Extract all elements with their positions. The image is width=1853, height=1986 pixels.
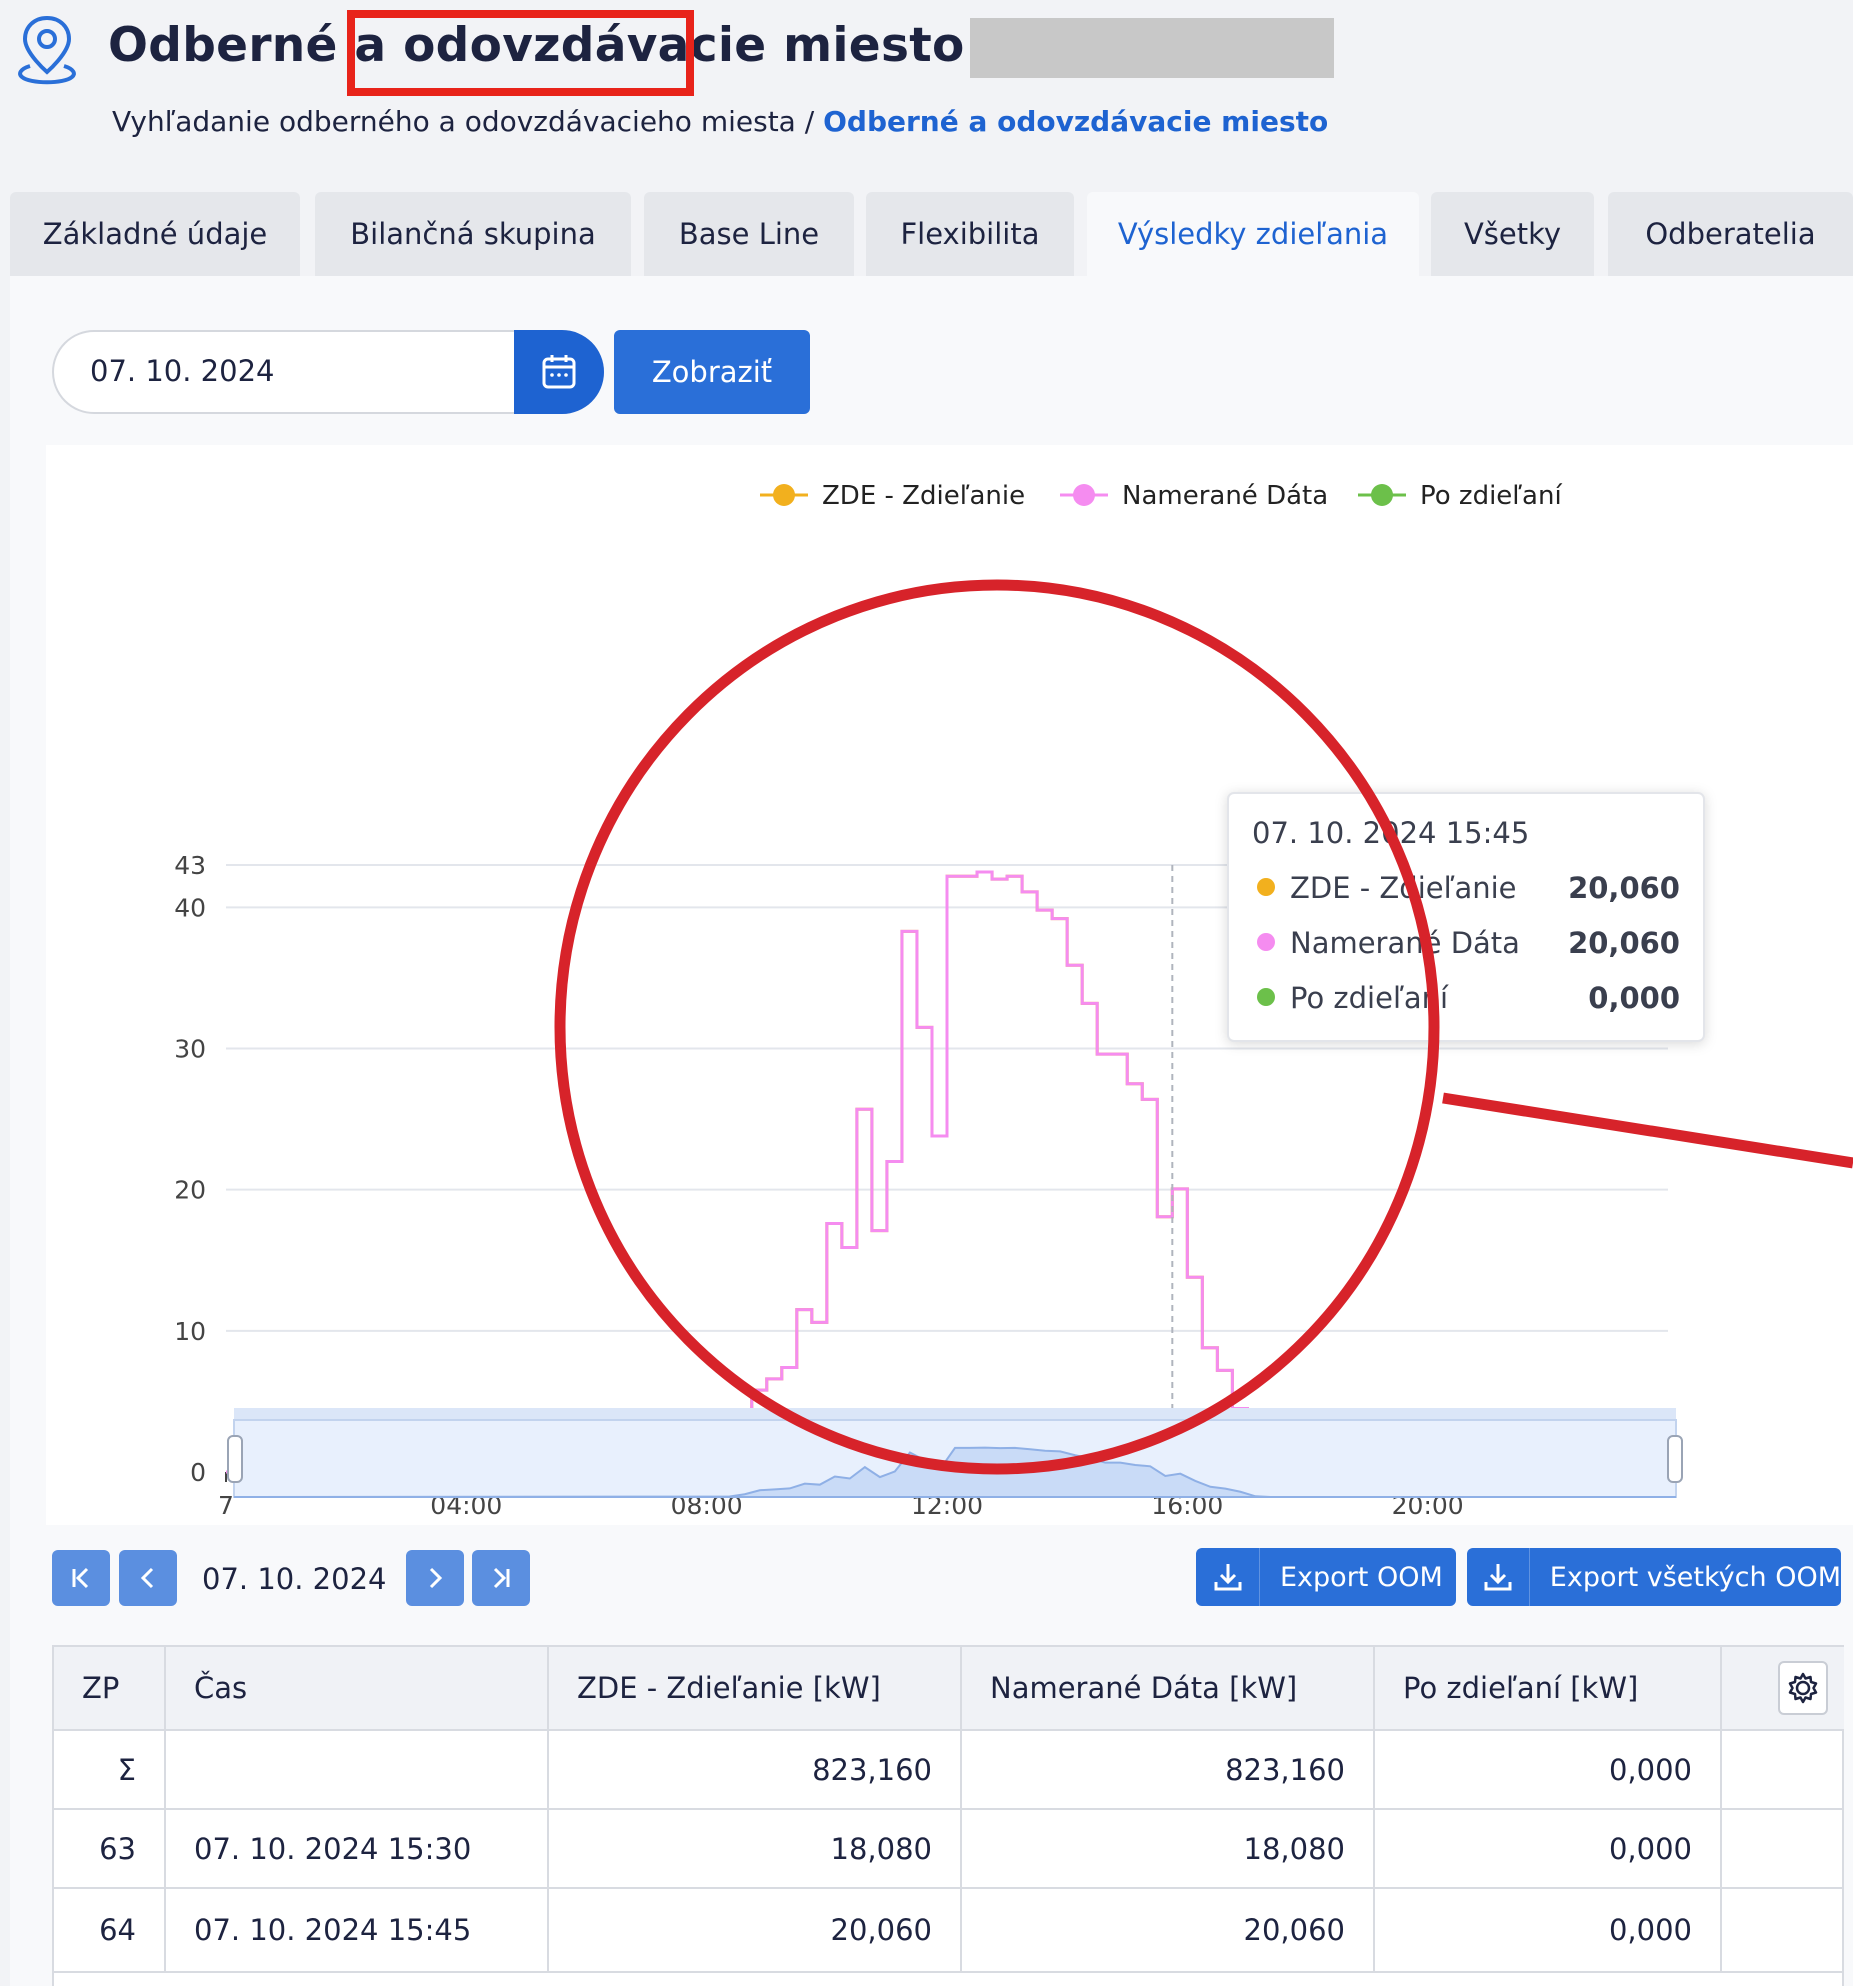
y-tick-label: 10 <box>174 1317 206 1346</box>
table-settings-button[interactable] <box>1778 1661 1828 1715</box>
y-tick-label: 30 <box>174 1035 206 1064</box>
pager-date: 07. 10. 2024 <box>202 1562 387 1596</box>
chevron-left-icon <box>140 1567 154 1589</box>
table-row[interactable]: 63 07. 10. 2024 15:30 18,080 18,080 0,00… <box>54 1810 1844 1889</box>
cell-zde: 18,080 <box>549 1810 962 1887</box>
breadcrumb-parent-link[interactable]: Vyhľadanie odberného a odovzdávacieho mi… <box>112 105 814 138</box>
tab-flexibility[interactable]: Flexibilita <box>866 192 1074 276</box>
tab-balance-group[interactable]: Bilančná skupina <box>315 192 631 276</box>
column-header-measured[interactable]: Namerané Dáta [kW] <box>962 1647 1375 1729</box>
tooltip-after-value: 0,000 <box>1588 981 1680 1015</box>
annotation-highlight-box <box>347 10 694 96</box>
data-table: ZP Čas ZDE - Zdieľanie [kW] Namerané Dát… <box>52 1645 1844 1986</box>
tooltip-after-name: Po zdieľaní <box>1290 981 1449 1015</box>
slider-right-handle <box>1667 1435 1683 1483</box>
table-sum-row: Σ 823,160 823,160 0,000 <box>54 1731 1844 1810</box>
tooltip-measured-name: Namerané Dáta <box>1290 926 1520 960</box>
annotation-pointer-line <box>1442 1092 1853 1169</box>
tooltip-after-marker <box>1257 988 1275 1006</box>
y-tick-label: 43 <box>174 851 206 880</box>
chart-legend[interactable]: ZDE - Zdieľanie Namerané Dáta Po zdieľaní <box>760 481 1562 511</box>
legend-marker <box>773 484 795 506</box>
cell-zp: 64 <box>54 1889 166 1971</box>
x-tick-label: 7 <box>218 1491 234 1520</box>
cell-zp: 63 <box>54 1810 166 1887</box>
export-oom-button[interactable]: Export OOM <box>1196 1548 1456 1606</box>
first-page-icon <box>72 1567 89 1589</box>
slider-left-handle <box>227 1435 243 1483</box>
last-page-button[interactable] <box>472 1550 530 1606</box>
tooltip-zde-marker <box>1257 878 1275 896</box>
sum-symbol: Σ <box>54 1731 166 1808</box>
sum-zde: 823,160 <box>549 1731 962 1808</box>
cell-measured: 18,080 <box>962 1810 1375 1887</box>
cell-measured: 20,060 <box>962 1889 1375 1971</box>
breadcrumb-current: Odberné a odovzdávacie miesto <box>823 105 1329 138</box>
legend-marker <box>1073 484 1095 506</box>
column-header-after[interactable]: Po zdieľaní [kW] <box>1375 1647 1722 1729</box>
cell-after: 0,000 <box>1375 1889 1722 1971</box>
date-value: 07. 10. 2024 <box>90 354 275 388</box>
legend-label: ZDE - Zdieľanie <box>822 481 1025 511</box>
legend-marker <box>1371 484 1393 506</box>
sum-time <box>166 1731 549 1808</box>
chevron-right-icon <box>429 1567 443 1589</box>
breadcrumb: Vyhľadanie odberného a odovzdávacieho mi… <box>112 105 1328 138</box>
tab-all[interactable]: Všetky <box>1431 192 1594 276</box>
legend-label: Namerané Dáta <box>1122 481 1328 511</box>
next-page-button[interactable] <box>406 1550 464 1606</box>
download-icon <box>1484 1564 1512 1591</box>
table-row[interactable]: 64 07. 10. 2024 15:45 20,060 20,060 0,00… <box>54 1889 1844 1973</box>
chart-tooltip: 07. 10. 2024 15:45 ZDE - Zdieľanie 20,06… <box>1227 792 1705 1042</box>
show-button[interactable]: Zobraziť <box>614 330 810 414</box>
tab-basic-data[interactable]: Základné údaje <box>10 192 300 276</box>
sum-after: 0,000 <box>1375 1731 1722 1808</box>
location-pin-icon <box>18 15 76 85</box>
column-header-zp[interactable]: ZP <box>54 1647 166 1729</box>
gear-icon <box>1788 1672 1818 1704</box>
y-tick-label: 40 <box>174 893 206 922</box>
sum-measured: 823,160 <box>962 1731 1375 1808</box>
column-header-zde[interactable]: ZDE - Zdieľanie [kW] <box>549 1647 962 1729</box>
redacted-id-overlay <box>970 18 1334 78</box>
zoom-slider[interactable] <box>227 1408 1683 1498</box>
step-line-chart: ZDE - Zdieľanie Namerané Dáta Po zdieľaní … <box>174 481 1853 1520</box>
export-oom-label: Export OOM <box>1280 1561 1443 1593</box>
tooltip-measured-value: 20,060 <box>1568 926 1680 960</box>
tooltip-measured-marker <box>1257 933 1275 951</box>
legend-label: Po zdieľaní <box>1420 481 1562 511</box>
first-page-button[interactable] <box>52 1550 110 1606</box>
date-field[interactable]: 07. 10. 2024 <box>52 330 604 414</box>
previous-page-button[interactable] <box>119 1550 177 1606</box>
cell-time: 07. 10. 2024 15:30 <box>166 1810 549 1887</box>
tab-base-line[interactable]: Base Line <box>644 192 854 276</box>
tooltip-zde-value: 20,060 <box>1568 871 1680 905</box>
calendar-icon <box>542 355 576 389</box>
last-page-icon <box>493 1567 510 1589</box>
cell-zde: 20,060 <box>549 1889 962 1971</box>
cell-after: 0,000 <box>1375 1810 1722 1887</box>
export-all-oom-label: Export všetkých OOM <box>1549 1561 1841 1593</box>
y-tick-label: 0 <box>190 1458 206 1487</box>
cell-time: 07. 10. 2024 15:45 <box>166 1889 549 1971</box>
tab-sharing-results[interactable]: Výsledky zdieľania <box>1087 192 1419 276</box>
export-all-oom-button[interactable]: Export všetkých OOM <box>1467 1548 1841 1606</box>
y-axis-ticks: 0 10 20 30 40 43 <box>174 851 206 1487</box>
tab-customers[interactable]: Odberatelia <box>1608 192 1853 276</box>
calendar-button[interactable] <box>514 330 604 414</box>
y-tick-label: 20 <box>174 1176 206 1205</box>
table-header-row: ZP Čas ZDE - Zdieľanie [kW] Namerané Dát… <box>54 1647 1844 1731</box>
download-icon <box>1214 1564 1241 1591</box>
column-header-time[interactable]: Čas <box>166 1647 549 1729</box>
chart-area: ZDE - Zdieľanie Namerané Dáta Po zdieľaní … <box>46 445 1853 1525</box>
